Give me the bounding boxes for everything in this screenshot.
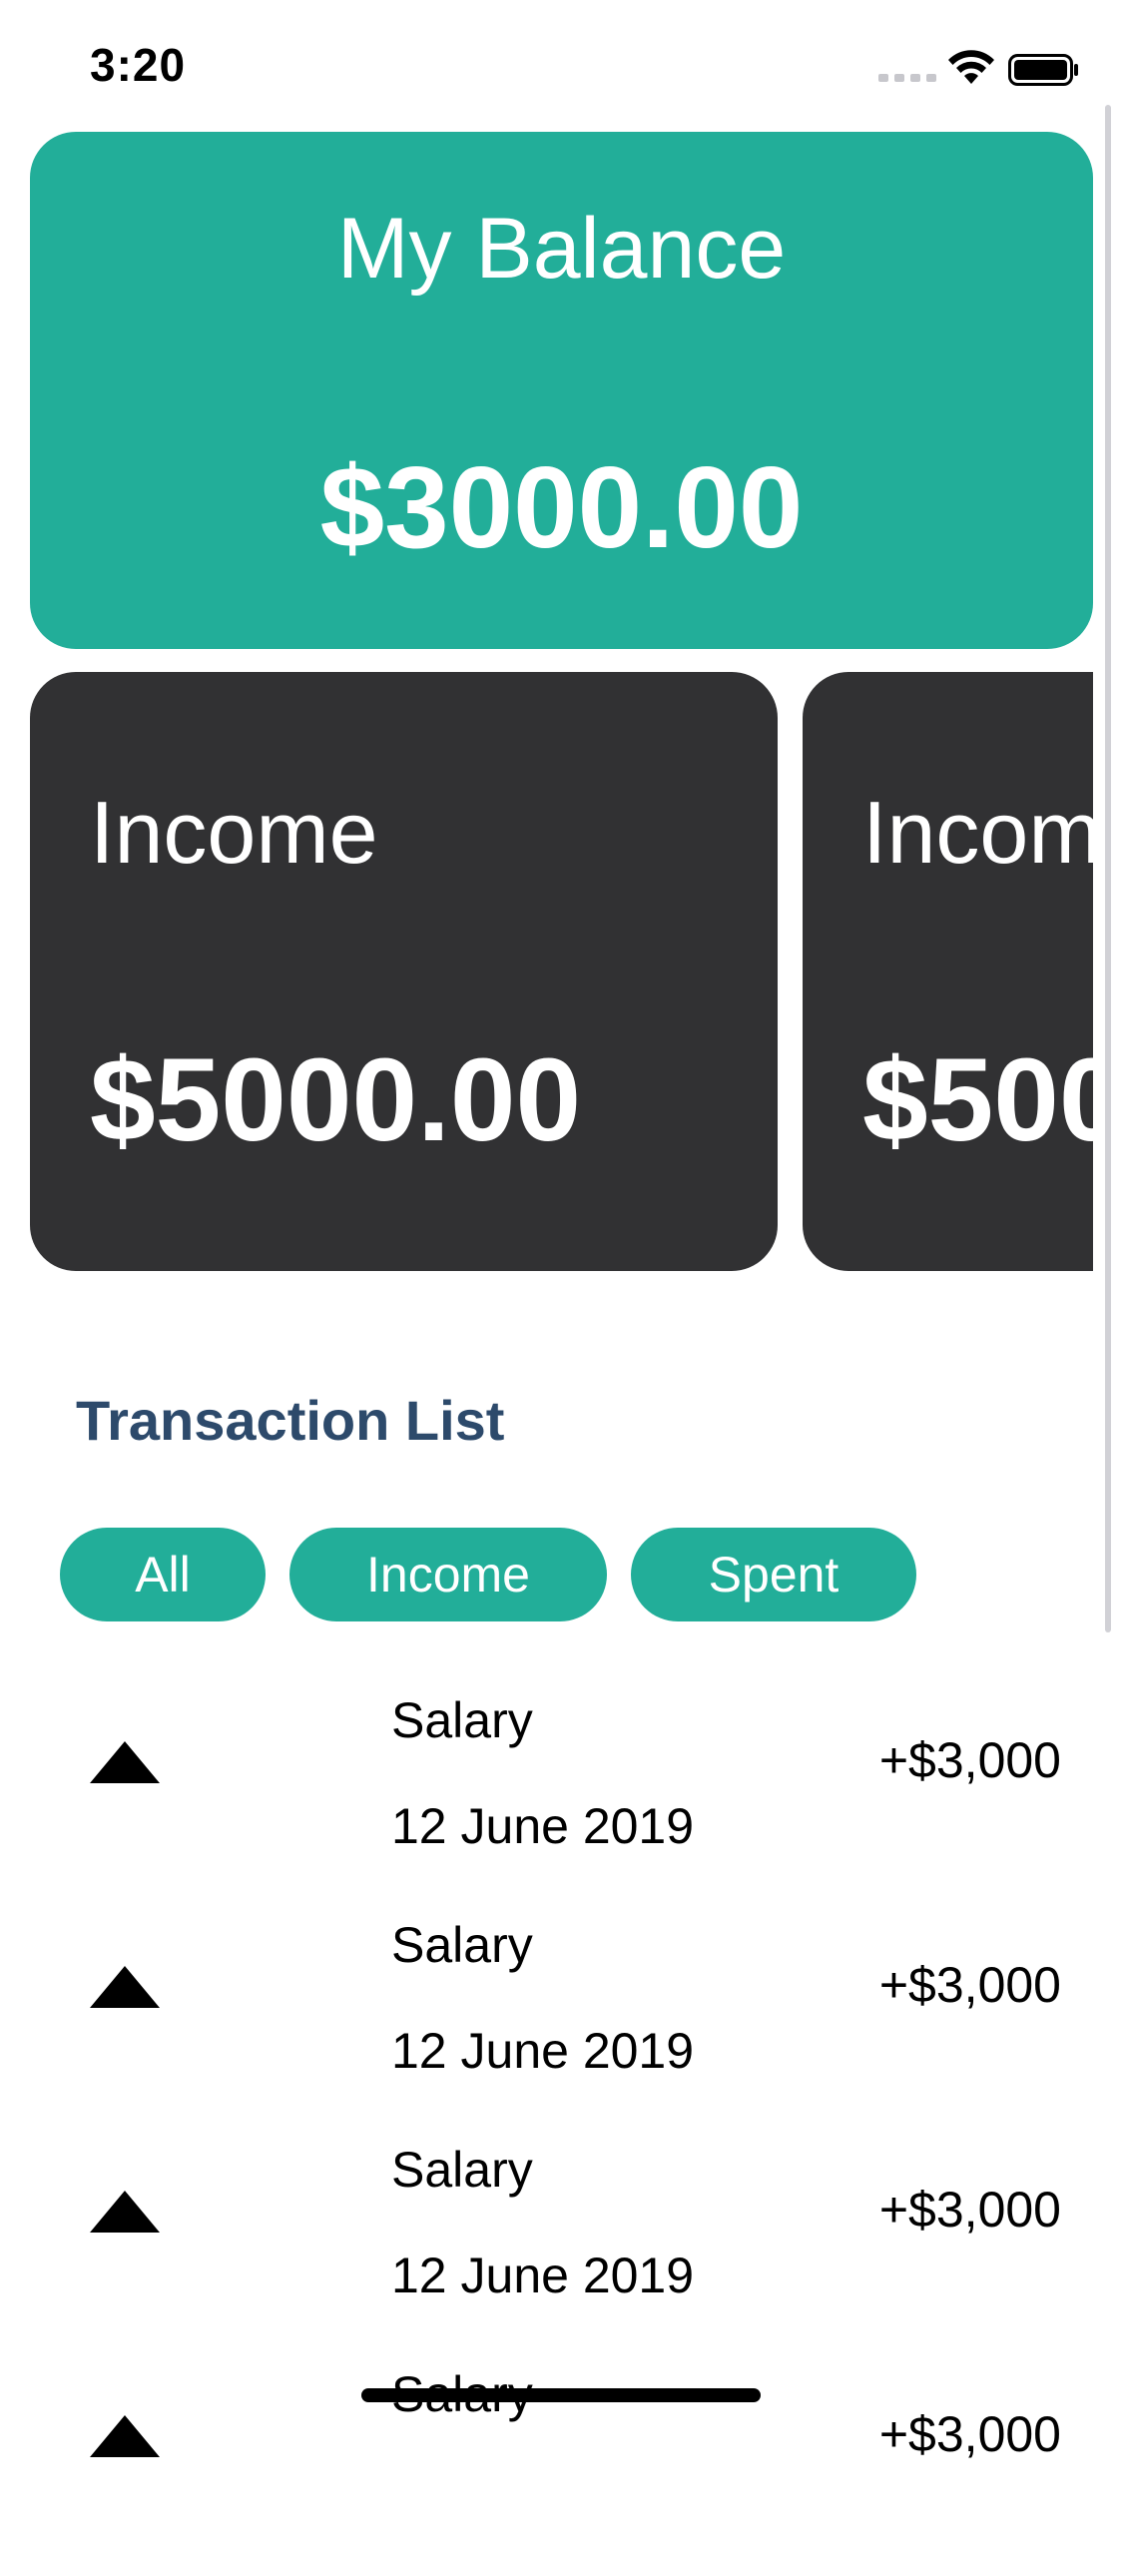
filter-chips: All Income Spent xyxy=(60,1528,916,1621)
income-card-title: Income xyxy=(90,783,378,882)
summary-carousel[interactable]: Income $5000.00 Income $5000.00 xyxy=(30,672,1093,1271)
transaction-date: 12 June 2019 xyxy=(391,1798,695,1854)
balance-title: My Balance xyxy=(336,201,787,297)
balance-amount: $3000.00 xyxy=(319,442,804,572)
triangle-up-icon xyxy=(90,1966,160,2008)
transaction-title: Salary xyxy=(391,1692,533,1748)
filter-all-button[interactable]: All xyxy=(60,1528,266,1621)
transaction-date: 12 June 2019 xyxy=(391,2023,695,2079)
triangle-up-icon xyxy=(90,2191,160,2233)
transaction-row[interactable]: Salary +$3,000 xyxy=(0,2351,1123,2576)
balance-card: My Balance $3000.00 xyxy=(30,132,1093,649)
home-indicator[interactable] xyxy=(361,2388,761,2402)
transaction-list: Salary 12 June 2019 +$3,000 Salary 12 Ju… xyxy=(0,1677,1123,2576)
status-bar: 3:20 xyxy=(0,0,1123,132)
triangle-up-icon xyxy=(90,1741,160,1783)
triangle-up-icon xyxy=(90,2415,160,2457)
scroll-indicator[interactable] xyxy=(1105,105,1111,1632)
battery-icon xyxy=(1008,54,1078,86)
filter-spent-button[interactable]: Spent xyxy=(631,1528,916,1621)
filter-income-button[interactable]: Income xyxy=(289,1528,607,1621)
cellular-signal-icon xyxy=(878,74,936,82)
income-card-amount: $5000.00 xyxy=(862,1034,1093,1166)
transaction-amount: +$3,000 xyxy=(878,1957,1061,2013)
transaction-date: 12 June 2019 xyxy=(391,2248,695,2303)
income-card-amount: $5000.00 xyxy=(90,1034,582,1166)
transaction-amount: +$3,000 xyxy=(878,1732,1061,1788)
wifi-icon xyxy=(948,50,994,84)
transaction-amount: +$3,000 xyxy=(878,2182,1061,2238)
income-card-title: Income xyxy=(862,783,1093,882)
transaction-row[interactable]: Salary 12 June 2019 +$3,000 xyxy=(0,1902,1123,2127)
transaction-list-title: Transaction List xyxy=(76,1389,505,1452)
transaction-row[interactable]: Salary 12 June 2019 +$3,000 xyxy=(0,1677,1123,1902)
income-card[interactable]: Income $5000.00 xyxy=(803,672,1093,1271)
income-card[interactable]: Income $5000.00 xyxy=(30,672,778,1271)
transaction-title: Salary xyxy=(391,2142,533,2198)
status-time: 3:20 xyxy=(90,39,187,91)
transaction-row[interactable]: Salary 12 June 2019 +$3,000 xyxy=(0,2127,1123,2351)
transaction-title: Salary xyxy=(391,1917,533,1973)
transaction-amount: +$3,000 xyxy=(878,2406,1061,2462)
